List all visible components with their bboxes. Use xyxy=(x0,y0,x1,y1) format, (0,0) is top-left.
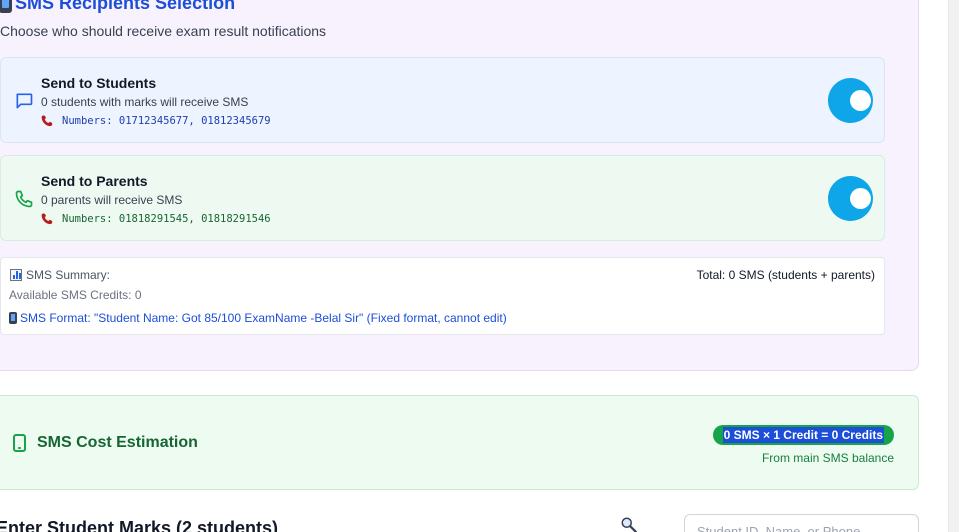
toggle-knob xyxy=(850,188,871,209)
parents-numbers: Numbers: 01818291545, 01818291546 xyxy=(62,212,271,225)
students-toggle[interactable] xyxy=(828,78,873,123)
sms-summary-label: SMS Summary: xyxy=(26,268,111,282)
sms-recipients-title-row: SMS Recipients Selection xyxy=(0,0,235,14)
student-search-input[interactable] xyxy=(684,514,919,532)
parents-title: Send to Parents xyxy=(41,173,148,189)
available-credits: Available SMS Credits: 0 xyxy=(9,288,142,302)
handset-icon xyxy=(41,115,53,127)
smartphone-icon xyxy=(13,434,26,452)
cost-note: From main SMS balance xyxy=(761,451,894,465)
magnifier-icon xyxy=(621,517,637,532)
sms-recipients-subtitle: Choose who should receive exam result no… xyxy=(0,23,327,39)
send-to-students-panel: Send to Students 0 students with marks w… xyxy=(0,57,885,143)
send-to-parents-panel: Send to Parents 0 parents will receive S… xyxy=(0,155,885,241)
phone-icon xyxy=(15,190,33,208)
sms-cost-title: SMS Cost Estimation xyxy=(37,434,198,451)
handset-icon xyxy=(41,213,53,225)
cost-formula: 0 SMS × 1 Credit = 0 Credits xyxy=(722,427,884,443)
parents-numbers-row: Numbers: 01818291545, 01818291546 xyxy=(41,212,271,225)
message-icon xyxy=(16,93,33,109)
students-numbers-row: Numbers: 01712345677, 01812345679 xyxy=(41,114,271,127)
students-title: Send to Students xyxy=(41,75,157,91)
enter-marks-title: Enter Student Marks (2 students) xyxy=(0,518,279,532)
sms-recipients-title: SMS Recipients Selection xyxy=(15,0,236,13)
sms-summary-box: SMS Summary: Total: 0 SMS (students + pa… xyxy=(0,257,885,335)
sms-format-text: SMS Format: "Student Name: Got 85/100 Ex… xyxy=(20,311,507,325)
students-description: 0 students with marks will receive SMS xyxy=(41,95,249,109)
mobile-phone-icon xyxy=(0,0,12,13)
cost-formula-badge: 0 SMS × 1 Credit = 0 Credits xyxy=(712,425,894,445)
sms-summary-total: Total: 0 SMS (students + parents) xyxy=(696,268,875,282)
mobile-phone-icon xyxy=(9,312,17,324)
toggle-knob xyxy=(850,90,871,111)
parents-description: 0 parents will receive SMS xyxy=(41,193,183,207)
sms-summary-label-row: SMS Summary: xyxy=(10,268,110,282)
sms-recipients-card: SMS Recipients Selection Choose who shou… xyxy=(0,0,919,371)
students-numbers: Numbers: 01712345677, 01812345679 xyxy=(62,114,271,127)
sms-format-row: SMS Format: "Student Name: Got 85/100 Ex… xyxy=(9,311,507,325)
page-scrollbar[interactable] xyxy=(948,0,959,532)
sms-cost-card: SMS Cost Estimation 0 SMS × 1 Credit = 0… xyxy=(0,395,919,490)
parents-toggle[interactable] xyxy=(828,176,873,221)
bar-chart-icon xyxy=(10,269,22,281)
